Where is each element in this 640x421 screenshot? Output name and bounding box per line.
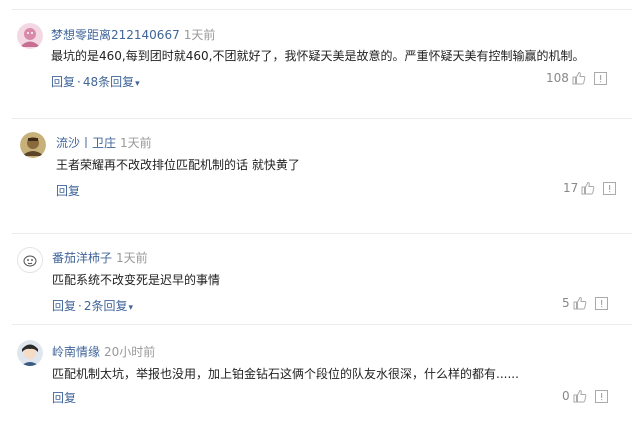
reply-button[interactable]: 回复	[56, 184, 80, 198]
thumbs-up-icon[interactable]	[573, 389, 587, 403]
thumbs-up-icon[interactable]	[573, 296, 587, 310]
user-avatar-cartoon-icon	[18, 248, 42, 272]
username-link[interactable]: 岭南情缘	[52, 345, 100, 359]
user-avatar-pink-icon	[17, 23, 43, 49]
reply-button[interactable]: 回复	[51, 75, 75, 89]
comment-text: 最坑的是460,每到团时就460,不团就好了，我怀疑天美是故意的。严重怀疑天美有…	[51, 49, 585, 63]
comment-text: 匹配系统不改变死是迟早的事情	[52, 273, 221, 287]
avatar[interactable]	[17, 340, 43, 366]
avatar[interactable]	[17, 23, 43, 49]
view-replies-button[interactable]: 2条回复▾	[84, 299, 133, 313]
avatar[interactable]	[17, 247, 43, 273]
avatar[interactable]	[20, 132, 46, 158]
username-link[interactable]: 番茄洋柿子	[52, 251, 112, 265]
comment-text: 王者荣耀再不改改排位匹配机制的话 就快黄了	[56, 158, 300, 172]
report-icon[interactable]	[594, 389, 608, 403]
chevron-down-icon: ▾	[128, 303, 134, 313]
like-count: 17	[563, 181, 579, 195]
username-link[interactable]: 梦想零距离212140667	[51, 28, 180, 42]
timestamp: 1天前	[120, 136, 152, 150]
report-icon[interactable]	[593, 71, 607, 85]
report-icon[interactable]	[594, 296, 608, 310]
like-count: 108	[546, 71, 569, 85]
timestamp: 1天前	[116, 251, 148, 265]
like-count: 0	[562, 389, 570, 403]
divider	[12, 118, 632, 119]
thumbs-up-icon[interactable]	[572, 71, 586, 85]
thumbs-up-icon[interactable]	[581, 181, 595, 195]
timestamp: 20小时前	[104, 345, 156, 359]
reply-button[interactable]: 回复	[52, 391, 76, 405]
reply-button[interactable]: 回复	[52, 299, 76, 313]
view-replies-button[interactable]: 48条回复▾	[83, 75, 140, 89]
like-count: 5	[562, 296, 570, 310]
comment-text: 匹配机制太坑，举报也没用，加上铂金钻石这俩个段位的队友水很深，什么样的都有...…	[52, 367, 519, 381]
chevron-down-icon: ▾	[135, 79, 140, 89]
divider	[12, 233, 632, 234]
divider	[12, 9, 632, 10]
separator-dot: ·	[77, 75, 81, 89]
username-link[interactable]: 流沙丨卫庄	[56, 136, 116, 150]
comment-feed: 梦想零距离212140667 1天前 最坑的是460,每到团时就460,不团就好了…	[0, 0, 640, 421]
user-avatar-photo-icon	[20, 132, 46, 158]
divider	[12, 324, 632, 325]
report-icon[interactable]	[603, 181, 617, 195]
user-avatar-anime-icon	[17, 340, 43, 366]
separator-dot: ·	[78, 299, 82, 313]
timestamp: 1天前	[183, 28, 216, 42]
